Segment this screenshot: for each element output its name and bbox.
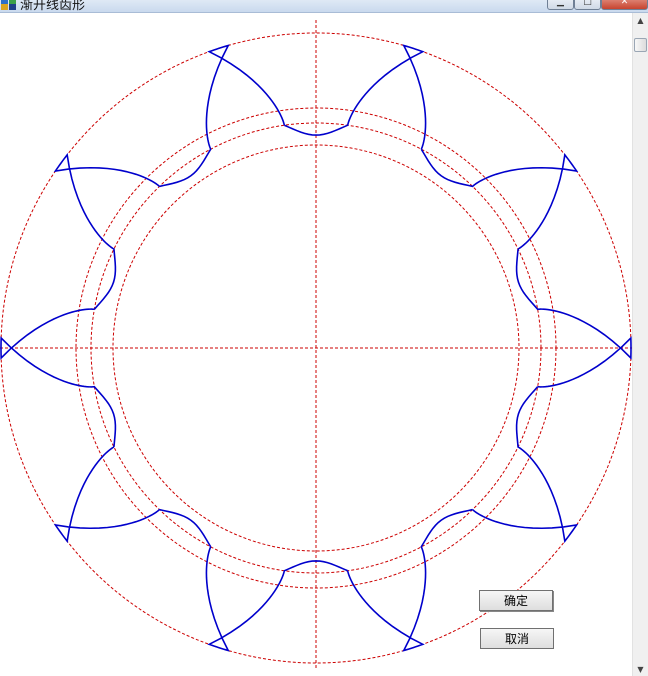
gear-tooth [0, 308, 117, 448]
window-title: 渐开线齿形 [20, 0, 86, 13]
app-icon [1, 0, 16, 10]
gear-tooth [472, 386, 579, 544]
gear-tooth [283, 44, 427, 150]
gear-tooth [53, 446, 212, 548]
title-bar: 渐开线齿形 ▁ □ ✕ [0, 0, 648, 13]
gear-tooth [420, 148, 579, 250]
minimize-button[interactable]: ▁ [547, 0, 574, 10]
scroll-up-icon[interactable]: ▲ [633, 13, 648, 27]
gear-tooth [159, 44, 286, 188]
gear-tooth [205, 546, 349, 652]
scroll-down-icon[interactable]: ▼ [633, 662, 648, 676]
scroll-thumb[interactable] [634, 38, 647, 52]
center-axes [0, 20, 632, 670]
maximize-icon: □ [583, 0, 592, 7]
vertical-scrollbar[interactable]: ▲ ▼ [632, 13, 648, 676]
minimize-icon: ▁ [557, 0, 564, 7]
maximize-button[interactable]: □ [574, 0, 601, 10]
cancel-button[interactable]: 取消 [480, 628, 554, 649]
gear-tooth [53, 152, 160, 310]
gear-drawing [0, 20, 632, 670]
close-icon: ✕ [620, 0, 629, 7]
gear-tooth [346, 508, 473, 652]
gear-tooth [515, 248, 632, 388]
ok-button[interactable]: 确定 [479, 590, 553, 611]
close-button[interactable]: ✕ [601, 0, 648, 10]
